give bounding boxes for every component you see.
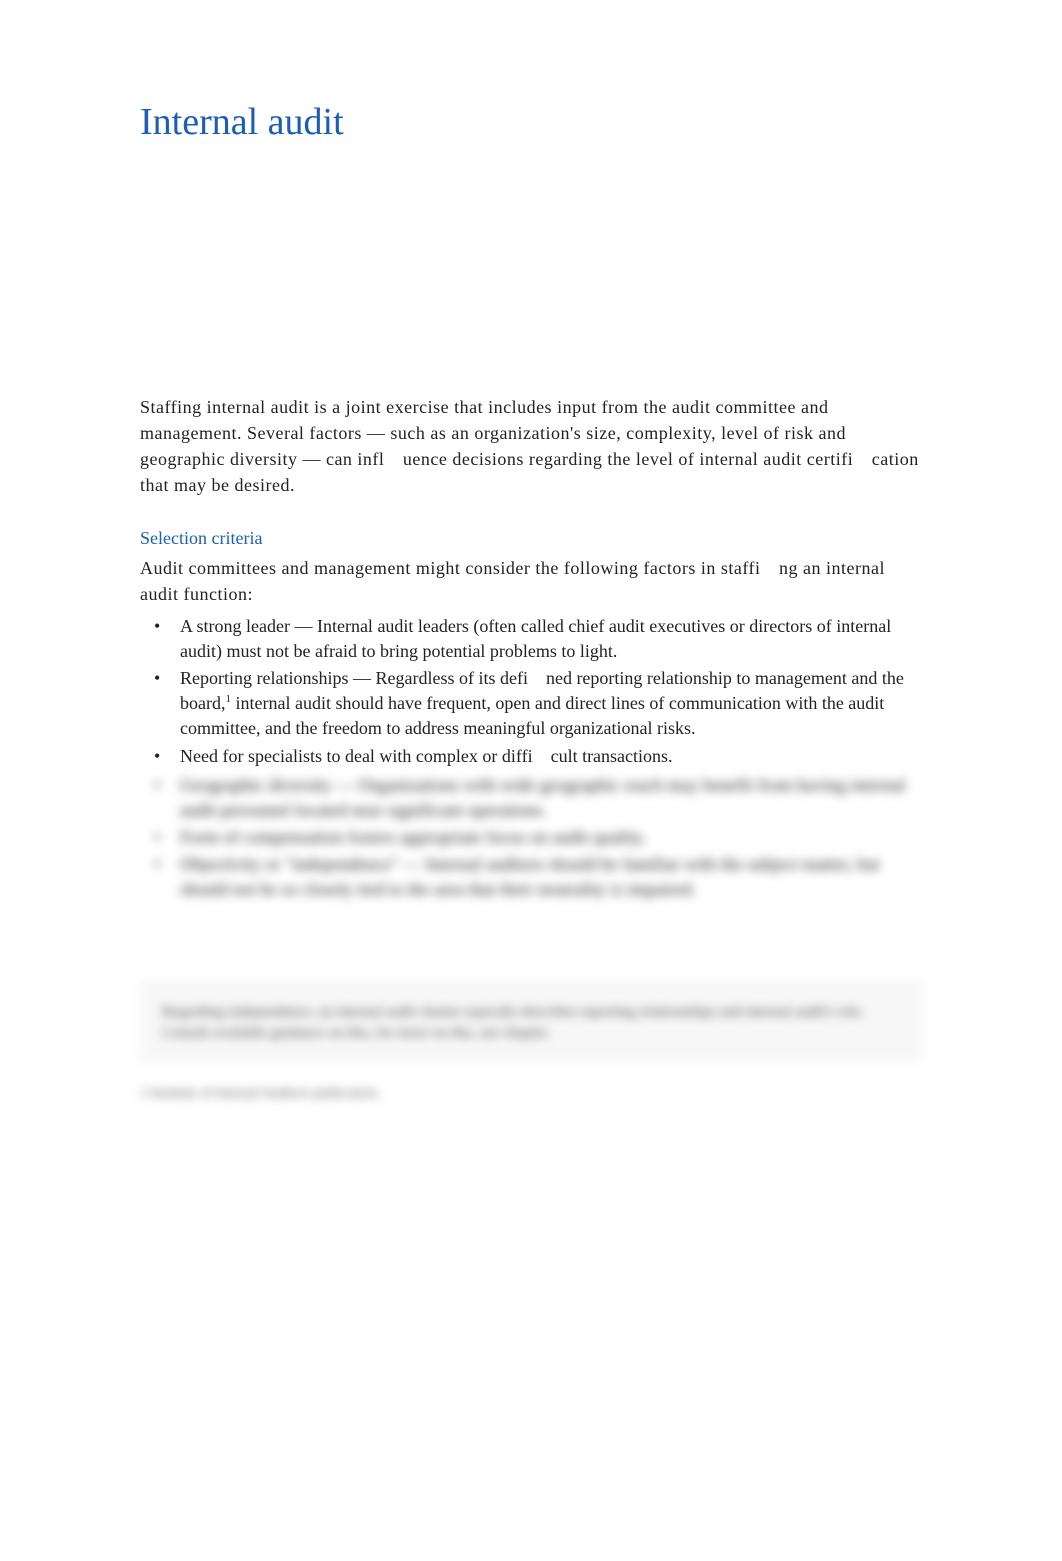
page-title: Internal audit [140, 100, 922, 144]
list-item: A strong leader — Internal audit leaders… [140, 614, 922, 664]
footnote-box: Regarding independence, an internal audi… [140, 983, 922, 1062]
list-item: Objectivity or "independence" — Internal… [140, 852, 922, 902]
page-container: Internal audit Staffing internal audit i… [0, 0, 1062, 1162]
bullet-lead: Geographic diversity [180, 775, 331, 795]
footnote-reference: 1 Institute of Internal Auditors publica… [140, 1086, 922, 1102]
section-intro: Audit committees and management might co… [140, 555, 922, 607]
bullet-lead: Form of compensation [180, 827, 343, 847]
list-item: Reporting relationships — Regardless of … [140, 666, 922, 742]
list-item: Form of compensation fosters appropriate… [140, 825, 922, 850]
list-item: Need for specialists to deal with comple… [140, 744, 922, 769]
list-item: Geographic diversity — Organizations wit… [140, 773, 922, 823]
bullet-lead: A strong leader [180, 616, 290, 636]
bullet-rest: to deal with complex or diffi cult trans… [322, 746, 673, 766]
bullet-rest: fosters appropriate focus on audit quali… [343, 827, 646, 847]
bullet-rest: internal audit should have frequent, ope… [180, 693, 884, 738]
bullet-lead: Need for specialists [180, 746, 322, 766]
blurred-bullet-list: Geographic diversity — Organizations wit… [140, 773, 922, 903]
bullet-list: A strong leader — Internal audit leaders… [140, 614, 922, 769]
bullet-lead: Objectivity or "independence" [180, 854, 399, 874]
section-heading: Selection criteria [140, 528, 922, 549]
intro-paragraph: Staffing internal audit is a joint exerc… [140, 394, 922, 498]
bullet-lead: Reporting relationships [180, 668, 348, 688]
